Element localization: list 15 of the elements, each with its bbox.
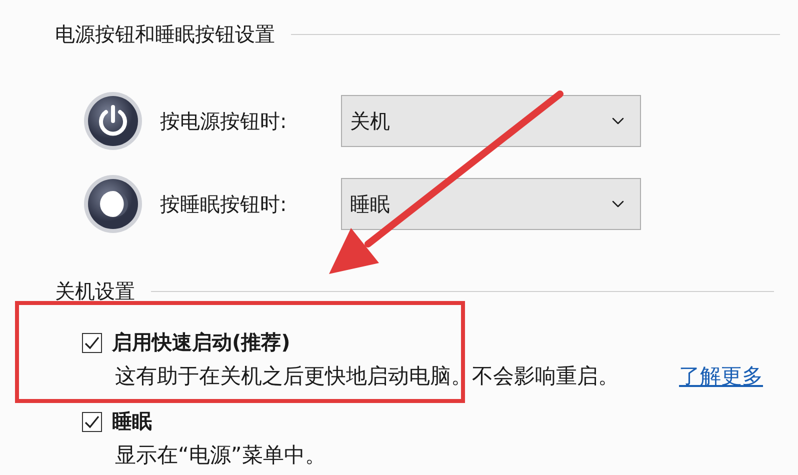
option-label: 睡眠 — [112, 408, 152, 435]
checkbox[interactable] — [82, 332, 102, 352]
section-title: 关机设置 — [55, 278, 135, 304]
option-description: 这有助于在关机之后更快地启动电脑。不会影响重启。 — [115, 363, 619, 390]
power-icon — [82, 90, 144, 152]
row-label: 按睡眠按钮时: — [160, 190, 288, 218]
learn-more-link[interactable]: 了解更多 — [679, 362, 763, 390]
option-label: 启用快速启动(推荐) — [112, 329, 290, 356]
dropdown[interactable]: 睡眠 — [341, 178, 641, 230]
dropdown[interactable]: 关机 — [341, 95, 641, 147]
option-description: 显示在“电源”菜单中。 — [115, 442, 326, 469]
row-label: 按电源按钮时: — [160, 108, 288, 134]
moon-icon — [82, 173, 144, 235]
checkbox[interactable] — [82, 412, 102, 432]
section-title: 电源按钮和睡眠按钮设置 — [55, 20, 275, 48]
